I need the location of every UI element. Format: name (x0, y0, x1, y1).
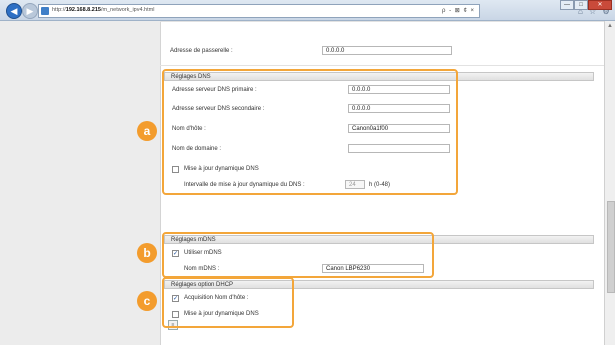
minimize-button[interactable]: — (560, 0, 574, 10)
maximize-button[interactable]: □ (574, 0, 588, 10)
badge-b: b (137, 243, 157, 263)
dns-highlight (162, 69, 458, 195)
close-button[interactable]: ✕ (588, 0, 612, 10)
badge-a: a (137, 121, 157, 141)
address-bar[interactable]: http://192.168.8.215/m_network_ipv4.html… (38, 4, 480, 18)
back-button[interactable]: ◀ (6, 3, 22, 19)
site-favicon-icon (41, 7, 49, 15)
divider (160, 21, 604, 22)
address-tools[interactable]: ρ - ⊠ ¢ × (442, 7, 475, 14)
divider (160, 65, 604, 66)
page: Adresse de passerelle : 0.0.0.0 Réglages… (0, 21, 604, 345)
forward-button[interactable]: ▶ (22, 3, 38, 19)
gateway-label: Adresse de passerelle : (170, 48, 233, 54)
address-url: http://192.168.8.215/m_network_ipv4.html (52, 7, 155, 13)
mdns-highlight (162, 232, 434, 278)
browser-toolbar: ◀ ▶ http://192.168.8.215/m_network_ipv4.… (0, 0, 615, 21)
scrollbar-thumb[interactable] (607, 201, 615, 293)
arrow-right-icon: ▶ (26, 5, 34, 16)
dhcp-highlight (162, 277, 294, 328)
badge-c: c (137, 291, 157, 311)
scroll-up-icon[interactable]: ▲ (607, 23, 613, 29)
arrow-left-icon: ◀ (10, 5, 18, 16)
vertical-scrollbar[interactable]: ▲ (604, 21, 615, 345)
gateway-field[interactable]: 0.0.0.0 (322, 46, 452, 55)
